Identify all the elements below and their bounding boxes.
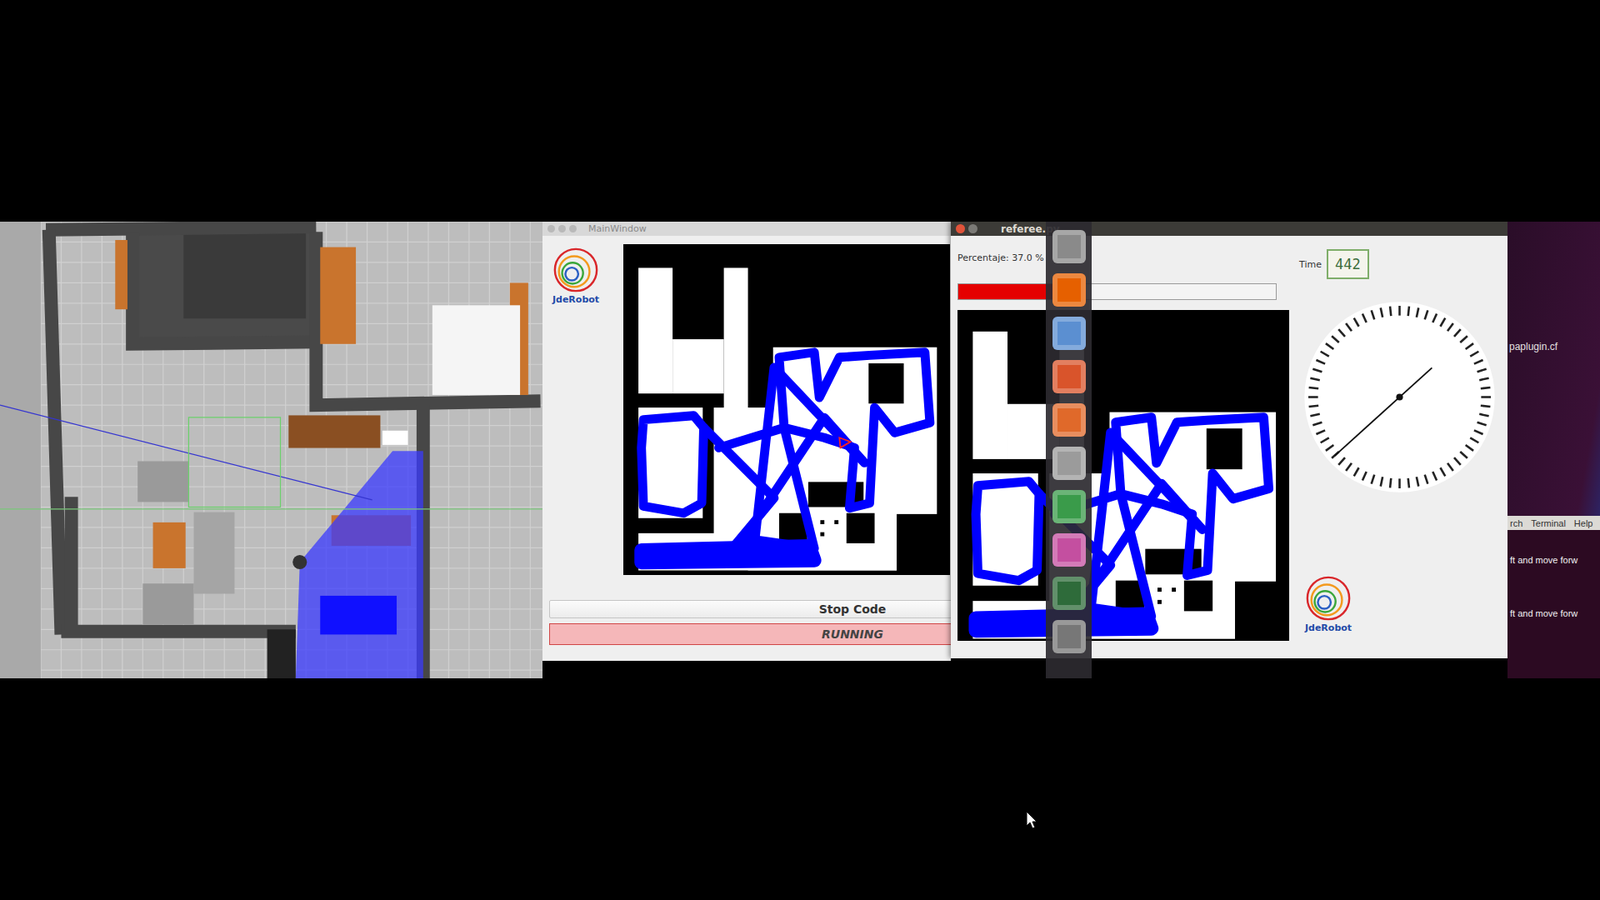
- launcher-dock: [1045, 221, 1092, 679]
- app-icon[interactable]: [1052, 490, 1086, 524]
- app-icon[interactable]: [1052, 360, 1086, 394]
- status-bar: RUNNING: [549, 623, 951, 645]
- screen: MainWindowJdeRobotStop CodeRUNNINGrefere…: [0, 0, 1600, 900]
- logo-wrap: JdeRobot: [1301, 574, 1355, 634]
- robot-icon[interactable]: [292, 555, 307, 570]
- stop-code-button[interactable]: Stop Code: [549, 600, 951, 619]
- app-icon[interactable]: [1052, 230, 1086, 264]
- jderobot-logo-icon: [551, 245, 600, 295]
- app-icon[interactable]: [1052, 273, 1086, 307]
- app-icon[interactable]: [1052, 403, 1086, 437]
- gazebo-scene[interactable]: [0, 221, 543, 679]
- terminal-line: ft and move forw: [1510, 555, 1600, 565]
- jderobot-logo: JdeRobot: [549, 245, 603, 305]
- menu-item[interactable]: Help: [1574, 518, 1594, 529]
- app-icon[interactable]: [1052, 446, 1086, 480]
- close-button[interactable]: [547, 225, 555, 233]
- coverage-map: [623, 244, 950, 575]
- map-frame: [957, 310, 1290, 641]
- progress-bar: [957, 283, 1277, 300]
- menu-item[interactable]: rch: [1510, 518, 1523, 529]
- app-icon[interactable]: [1052, 316, 1086, 350]
- desktop-top: paplugin.cf: [1507, 221, 1600, 516]
- app-icon[interactable]: [1052, 576, 1086, 610]
- desktop-text: paplugin.cf: [1507, 340, 1600, 353]
- title-bar: MainWindow: [542, 221, 951, 236]
- terminal-window: rchTerminalHelpft and move forwft and mo…: [1507, 515, 1600, 679]
- desktop-stage: MainWindowJdeRobotStop CodeRUNNINGrefere…: [0, 221, 1600, 679]
- main-window: MainWindow JdeRobot Stop Code RUNNING: [542, 221, 951, 661]
- jderobot-logo: JdeRobot: [1301, 574, 1355, 634]
- logo-column: JdeRobot: [549, 244, 624, 305]
- close-button[interactable]: [955, 224, 965, 234]
- coverage-map: [957, 310, 1290, 641]
- title-bar: referee.py: [950, 221, 1508, 236]
- menu-item[interactable]: Terminal: [1530, 518, 1566, 529]
- window-title: MainWindow: [588, 223, 647, 235]
- desktop-background: paplugin.cfrchTerminalHelpft and move fo…: [1507, 221, 1600, 679]
- robot-marker-icon: [839, 437, 850, 448]
- time-display: 442: [1326, 249, 1370, 280]
- percentage-label: Percentaje: 37.0 %: [957, 252, 1291, 265]
- clock-box: [1302, 300, 1497, 495]
- letterbox-bottom: [0, 678, 1600, 900]
- mouse-cursor-icon: [1025, 810, 1038, 830]
- minimize-button[interactable]: [558, 225, 566, 233]
- referee-window: referee.py Percentaje: 37.0 % Time 442 JdeRo…: [950, 221, 1508, 659]
- jderobot-logo-icon: [1304, 574, 1353, 623]
- letterbox-top: [0, 0, 1600, 222]
- main-body: JdeRobot Stop Code RUNNING: [542, 235, 951, 645]
- referee-body: Percentaje: 37.0 % Time 442 JdeRobot: [950, 235, 1508, 659]
- terminal-output: ft and move forw ft and move forw: [1507, 530, 1600, 619]
- time-row: Time 442: [1299, 249, 1370, 280]
- map-frame: [623, 244, 950, 575]
- referee-left: Percentaje: 37.0 %: [957, 235, 1291, 659]
- maximize-button[interactable]: [569, 225, 577, 233]
- time-label: Time: [1299, 259, 1322, 270]
- app-icon[interactable]: [1052, 620, 1086, 654]
- logo-text: JdeRobot: [552, 294, 600, 305]
- clock-hand-icon: [1334, 367, 1432, 455]
- terminal-menu: rch Terminal Help: [1507, 515, 1600, 530]
- terminal-line: ft and move forw: [1510, 608, 1600, 619]
- logo-text: JdeRobot: [1305, 622, 1352, 634]
- top-row: JdeRobot: [549, 244, 951, 575]
- minimize-button[interactable]: [968, 224, 978, 234]
- app-icon[interactable]: [1052, 533, 1086, 567]
- clock: [1302, 300, 1497, 495]
- gazebo-view[interactable]: [0, 221, 543, 679]
- referee-right: Time 442 JdeRobot: [1290, 235, 1508, 659]
